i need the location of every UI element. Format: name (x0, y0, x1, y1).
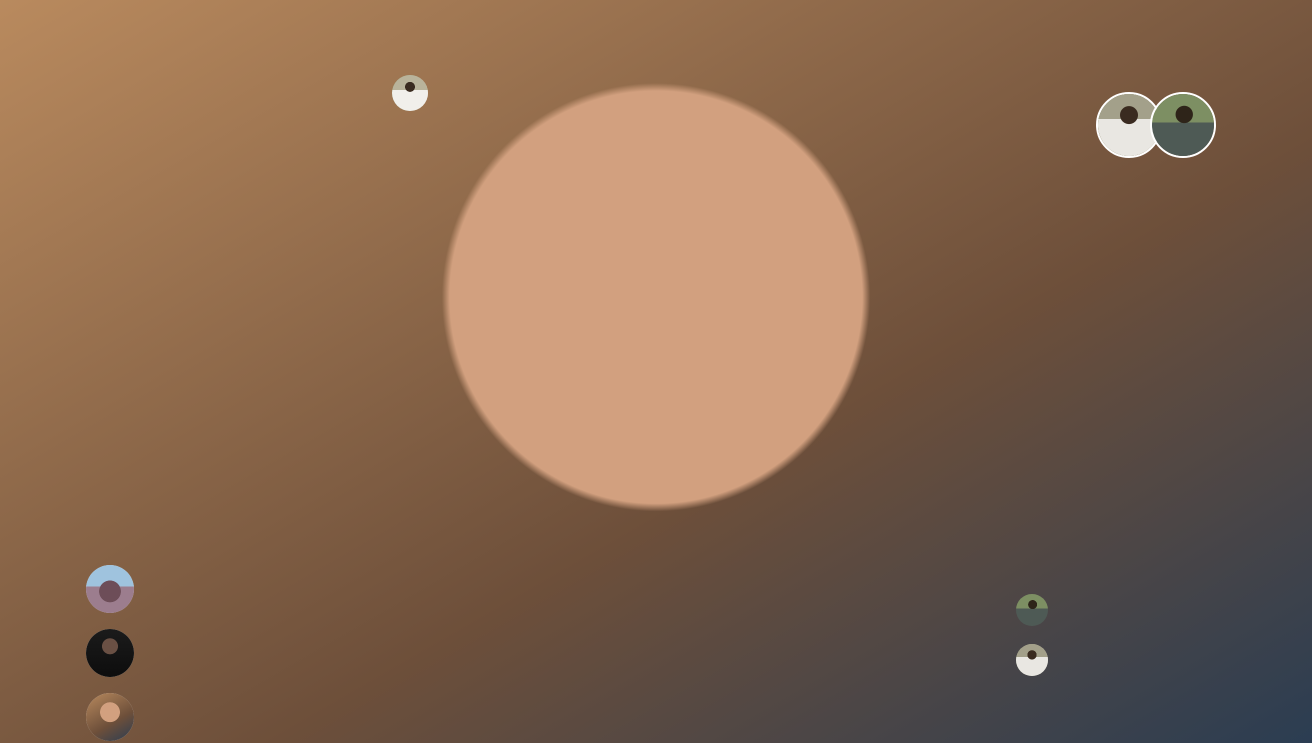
seen-indicator-avatar (0, 0, 1312, 743)
avatar (86, 693, 134, 741)
chat-list-item[interactable]: Shah Rukh ShakeelYou sent a video. · Nov… (0, 0, 1312, 743)
avatar-image (0, 0, 1312, 743)
conversation-avatar[interactable] (392, 74, 428, 111)
main-body: Chats (0, 0, 1312, 743)
avatar-image (1152, 94, 1214, 156)
chat-list-panel: Chats (0, 0, 1312, 743)
avatar-image (1016, 644, 1048, 676)
avatar (86, 629, 134, 677)
avatar-image (86, 629, 134, 677)
avatar-image (86, 693, 134, 741)
chat-rows[interactable]: Madad AliMadad called you. · Sat👋 Arslan… (0, 0, 1312, 743)
avatar (1016, 644, 1048, 676)
avatar-image (392, 74, 428, 111)
group-avatars (1096, 89, 1216, 161)
avatar-image (1016, 594, 1048, 626)
app-window: Franz File Edit View Services (0, 0, 1312, 743)
group-avatar-2 (1150, 92, 1216, 158)
avatar (1016, 594, 1048, 626)
avatar-image (86, 565, 134, 613)
avatar (86, 565, 134, 613)
